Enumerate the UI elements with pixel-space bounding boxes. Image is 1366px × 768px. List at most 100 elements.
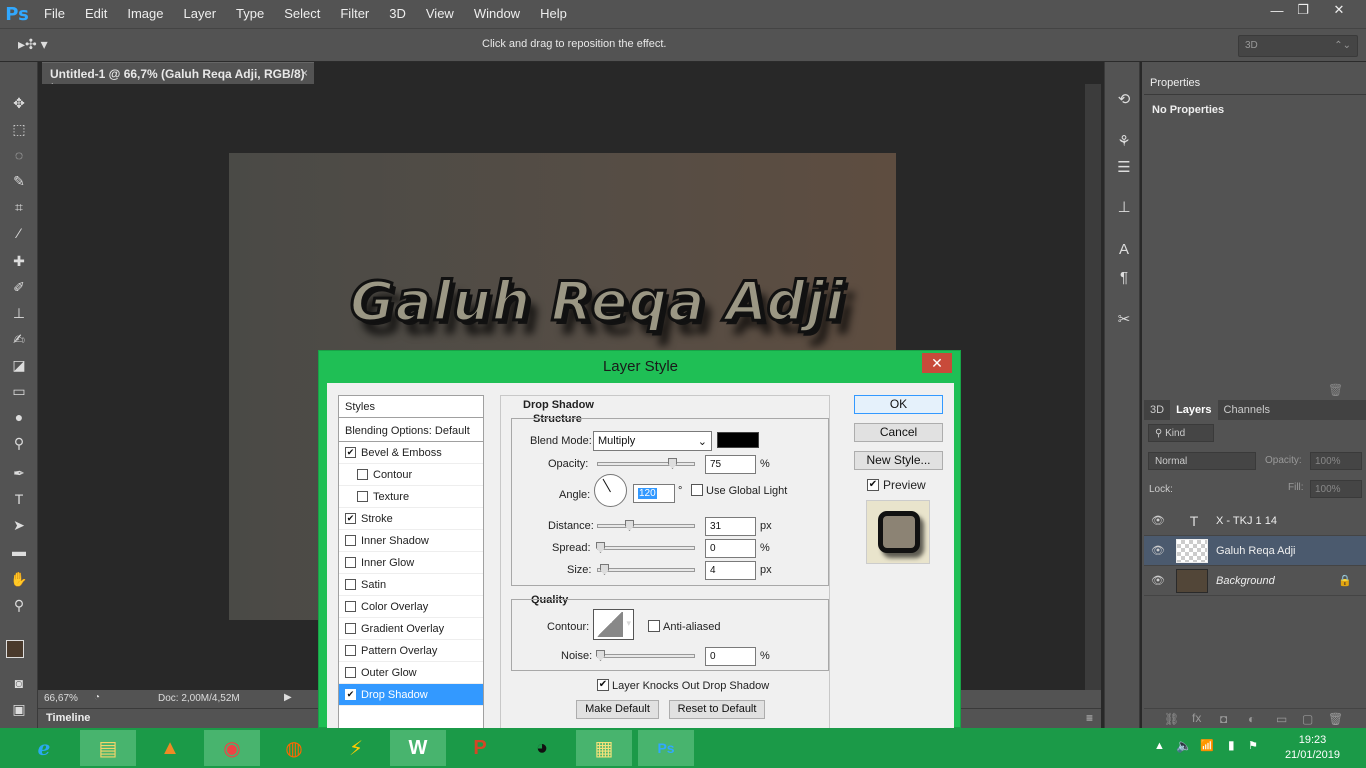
menu-edit[interactable]: Edit	[75, 0, 117, 28]
hand-tool-icon[interactable]: ✋	[8, 568, 30, 590]
blend-mode-dropdown[interactable]: Multiply ⌄	[593, 431, 712, 451]
menu-view[interactable]: View	[416, 0, 464, 28]
checkbox[interactable]	[345, 601, 356, 612]
group-icon[interactable]: ▭	[1276, 712, 1287, 726]
checkbox[interactable]	[345, 579, 356, 590]
battery-icon[interactable]: ▮	[1228, 738, 1235, 752]
angle-input[interactable]: 120	[633, 484, 675, 503]
checkbox[interactable]: ✔	[345, 447, 356, 458]
foreground-color-swatch[interactable]	[6, 640, 24, 658]
menu-image[interactable]: Image	[117, 0, 173, 28]
size-input[interactable]: 4	[705, 561, 756, 580]
cancel-button[interactable]: Cancel	[854, 423, 943, 442]
healing-brush-tool-icon[interactable]: ✚	[8, 250, 30, 272]
winamp-icon[interactable]: ⚡	[328, 730, 384, 766]
style-item-outer-glow[interactable]: Outer Glow	[339, 662, 483, 684]
vlc-icon[interactable]: ▲	[142, 730, 198, 766]
menu-3d[interactable]: 3D	[379, 0, 416, 28]
distance-slider[interactable]	[597, 520, 695, 531]
checkbox[interactable]: ✔	[345, 513, 356, 524]
checkbox[interactable]	[345, 535, 356, 546]
layer-filter-select[interactable]: ⚲ Kind	[1148, 424, 1214, 442]
tab-3d[interactable]: 3D	[1144, 400, 1170, 420]
close-button[interactable]: ✕	[1322, 0, 1356, 20]
checkbox[interactable]	[345, 557, 356, 568]
zoom-level[interactable]: 66,67%	[44, 693, 78, 704]
tool-preset-picker[interactable]: ▸✣ ▾	[18, 36, 48, 53]
checkbox[interactable]: ✔	[345, 689, 356, 700]
clone-source-panel-icon[interactable]: ⊥	[1113, 196, 1135, 218]
status-menu-icon[interactable]: ◔	[94, 692, 100, 703]
blend-mode-select[interactable]: Normal	[1148, 452, 1256, 470]
checkbox[interactable]	[345, 645, 356, 656]
panel-menu-icon[interactable]: ≡	[1086, 711, 1093, 725]
blending-options-item[interactable]: Blending Options: Default	[339, 420, 483, 442]
fx-icon[interactable]: fx	[1192, 711, 1201, 725]
anti-aliased-checkbox[interactable]	[648, 620, 660, 632]
eyedropper-tool-icon[interactable]: ⁄	[8, 222, 30, 244]
brush-panel-icon[interactable]: ⚘	[1113, 130, 1135, 152]
move-tool-icon[interactable]: ✥	[8, 92, 30, 114]
shadow-color-swatch[interactable]	[717, 432, 759, 448]
type-tool-icon[interactable]: T	[8, 488, 30, 510]
menu-select[interactable]: Select	[274, 0, 330, 28]
tab-layers[interactable]: Layers	[1170, 400, 1218, 420]
screen-mode-icon[interactable]: ▣	[8, 698, 30, 720]
properties-tab[interactable]: Properties	[1144, 74, 1204, 94]
status-arrow-icon[interactable]: ▶	[284, 692, 292, 703]
crop-tool-icon[interactable]: ⌗	[8, 196, 30, 218]
style-item-drop-shadow[interactable]: ✔ Drop Shadow	[339, 684, 483, 706]
new-style-button[interactable]: New Style...	[854, 451, 943, 470]
history-panel-icon[interactable]: ⟲	[1113, 88, 1135, 110]
opacity-slider[interactable]	[597, 458, 695, 469]
layer-opacity-input[interactable]: 100%	[1310, 452, 1362, 470]
tab-close-icon[interactable]: ×	[301, 66, 308, 80]
menu-filter[interactable]: Filter	[330, 0, 379, 28]
visibility-eye-icon[interactable]: 👁	[1144, 574, 1172, 587]
style-item-inner-shadow[interactable]: Inner Shadow	[339, 530, 483, 552]
timeline-tab[interactable]: Timeline	[46, 712, 90, 724]
word-icon[interactable]: W	[390, 730, 446, 766]
pen-tool-icon[interactable]: ✒	[8, 462, 30, 484]
network-icon[interactable]: 📶	[1200, 739, 1214, 752]
paragraph-panel-icon[interactable]: ¶	[1113, 266, 1135, 288]
style-item-stroke[interactable]: ✔ Stroke	[339, 508, 483, 530]
volume-icon[interactable]: 🔈	[1176, 738, 1192, 754]
trash-icon[interactable]: 🗑	[1328, 712, 1343, 726]
clone-stamp-tool-icon[interactable]: ⊥	[8, 302, 30, 324]
taskbar-clock[interactable]: 19:23 21/01/2019	[1285, 733, 1340, 763]
tool-presets-panel-icon[interactable]: ✂	[1113, 308, 1135, 330]
checkbox[interactable]	[345, 623, 356, 634]
knocks-out-checkbox[interactable]: ✔	[597, 679, 609, 691]
menu-type[interactable]: Type	[226, 0, 274, 28]
style-item-contour[interactable]: Contour	[339, 464, 483, 486]
lasso-tool-icon[interactable]: ◌	[8, 144, 30, 166]
spotify-icon[interactable]: ◕	[514, 730, 570, 766]
tray-overflow-icon[interactable]: ▲	[1154, 740, 1165, 752]
firefox-icon[interactable]: ◍	[266, 730, 322, 766]
checkbox[interactable]	[357, 469, 368, 480]
layer-row-selected[interactable]: 👁 Galuh Reqa Adji	[1144, 536, 1366, 566]
noise-slider[interactable]	[596, 650, 695, 661]
adjustments-panel-icon[interactable]: ☰	[1113, 156, 1135, 178]
visibility-eye-icon[interactable]: 👁	[1144, 514, 1172, 527]
action-center-icon[interactable]: ⚑	[1248, 739, 1258, 752]
menu-layer[interactable]: Layer	[174, 0, 227, 28]
file-explorer-icon[interactable]: ▤	[80, 730, 136, 766]
style-item-pattern-overlay[interactable]: Pattern Overlay	[339, 640, 483, 662]
rectangle-tool-icon[interactable]: ▬	[8, 540, 30, 562]
mask-icon[interactable]: ◘	[1220, 712, 1227, 726]
layer-row[interactable]: 👁 Background 🔒	[1144, 566, 1366, 596]
contour-picker[interactable]: ▾	[593, 609, 634, 640]
reset-to-default-button[interactable]: Reset to Default	[669, 700, 765, 719]
sticky-notes-icon[interactable]: ▦	[576, 730, 632, 766]
spread-input[interactable]: 0	[705, 539, 756, 558]
styles-header[interactable]: Styles	[339, 396, 483, 418]
3d-mode-select[interactable]: 3D ⌃⌄	[1238, 35, 1358, 57]
distance-input[interactable]: 31	[705, 517, 756, 536]
restore-button[interactable]: ❐	[1286, 0, 1320, 20]
path-select-tool-icon[interactable]: ➤	[8, 514, 30, 536]
layer-row[interactable]: 👁 T X - TKJ 1 14	[1144, 506, 1366, 536]
visibility-eye-icon[interactable]: 👁	[1144, 544, 1172, 557]
checkbox[interactable]	[357, 491, 368, 502]
